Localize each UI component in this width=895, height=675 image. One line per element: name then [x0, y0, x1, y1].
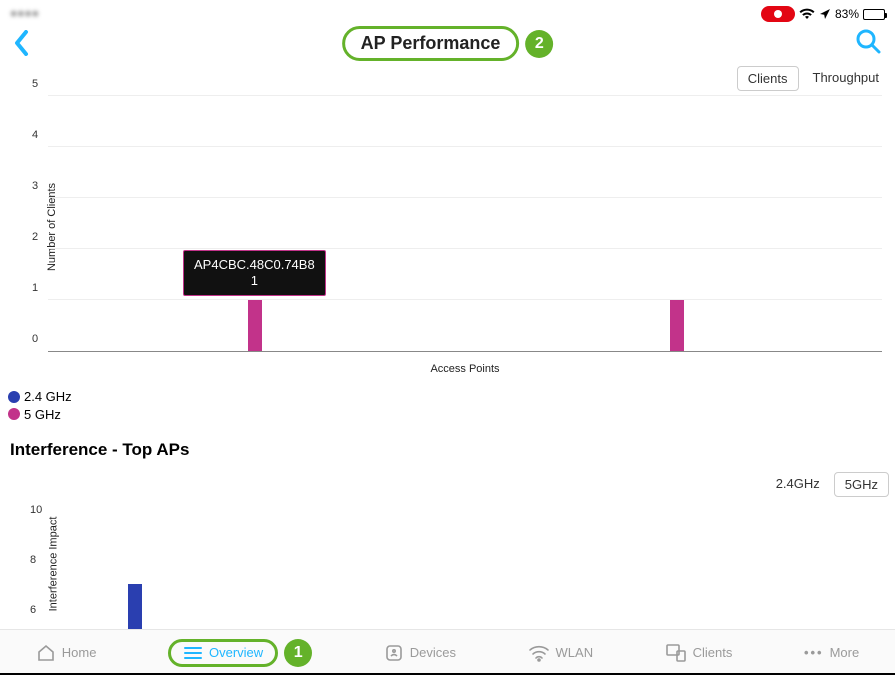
toggle-24ghz[interactable]: 2.4GHz [766, 472, 830, 497]
legend-item-24[interactable]: 2.4 GHz [8, 388, 72, 406]
search-button[interactable] [855, 28, 881, 59]
legend-item-5[interactable]: 5 GHz [8, 406, 72, 424]
ytick: 4 [32, 129, 880, 141]
step-badge-1: 1 [284, 639, 312, 667]
battery-icon [863, 9, 885, 20]
ytick: 8 [30, 554, 880, 566]
chart1-xlabel: Access Points [430, 363, 499, 375]
step-badge-2: 2 [525, 30, 553, 58]
nav-more[interactable]: ••• More [804, 645, 859, 660]
location-icon [819, 8, 831, 20]
ytick: 6 [30, 604, 880, 616]
more-icon: ••• [804, 645, 824, 660]
toggle-5ghz[interactable]: 5GHz [834, 472, 889, 497]
nav-label: More [830, 645, 860, 660]
tooltip-title: AP4CBC.48C0.74B8 [194, 257, 315, 273]
legend-label: 2.4 GHz [24, 388, 72, 406]
nav-label: WLAN [556, 645, 594, 660]
back-button[interactable] [14, 30, 30, 56]
legend-label: 5 GHz [24, 406, 61, 424]
nav-label: Overview [209, 645, 263, 660]
nav-overview[interactable]: Overview [168, 639, 278, 667]
ytick: 0 [32, 333, 880, 345]
wifi-icon [799, 8, 815, 20]
bar-ap1-5ghz[interactable] [248, 300, 262, 351]
chart-legend: 2.4 GHz 5 GHz [8, 388, 72, 423]
bar-ap2-5ghz[interactable] [670, 300, 684, 351]
interference-section-title: Interference - Top APs [10, 440, 189, 460]
nav-clients[interactable]: Clients [665, 643, 733, 663]
nav-home[interactable]: Home [36, 643, 97, 663]
clients-bar-chart: Number of Clients 0 1 2 3 4 5 AP4CBC.48C… [30, 92, 882, 362]
chart1-plot[interactable]: 0 1 2 3 4 5 AP4CBC.48C0.74B8 1 Access Po… [48, 96, 882, 352]
page-title: AP Performance [342, 26, 520, 61]
nav-label: Home [62, 645, 97, 660]
ytick: 10 [30, 504, 880, 516]
ytick: 3 [32, 180, 880, 192]
chart2-plot[interactable]: 10 8 6 [48, 502, 882, 630]
nav-label: Clients [693, 645, 733, 660]
ytick: 1 [32, 282, 880, 294]
ytick: 5 [32, 78, 880, 90]
chart-tooltip: AP4CBC.48C0.74B8 1 [183, 250, 326, 297]
nav-label: Devices [410, 645, 456, 660]
page-header: AP Performance 2 [0, 26, 895, 60]
screen-record-indicator [761, 6, 795, 22]
ytick: 2 [32, 231, 880, 243]
bottom-nav: Home Overview 1 Devices WLAN Clients •••… [0, 629, 895, 675]
battery-text: 83% [835, 7, 859, 21]
interference-bar-chart: Interference Impact 10 8 6 [30, 498, 882, 630]
nav-devices[interactable]: Devices [384, 643, 456, 663]
chart2-band-toggle: 2.4GHz 5GHz [766, 472, 889, 497]
carrier-text: ●●●● [10, 6, 39, 20]
status-bar: 83% [761, 6, 885, 22]
swatch-24 [8, 391, 20, 403]
tooltip-value: 1 [194, 273, 315, 289]
swatch-5 [8, 408, 20, 420]
nav-wlan[interactable]: WLAN [528, 644, 594, 662]
